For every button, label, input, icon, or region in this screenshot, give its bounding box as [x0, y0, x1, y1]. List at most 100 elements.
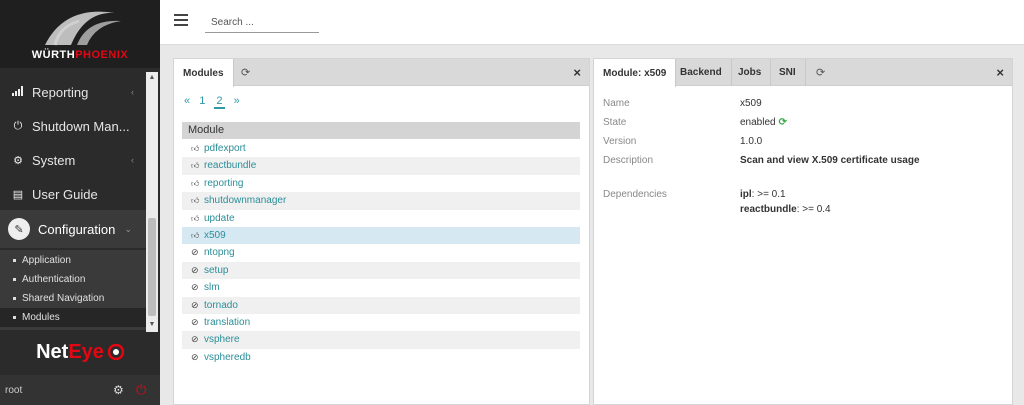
module-name-link[interactable]: setup: [204, 262, 228, 279]
module-name-link[interactable]: x509: [204, 227, 226, 244]
neteye-text-eye: Eye: [68, 340, 104, 363]
detail-label: State: [603, 117, 627, 128]
disabled-circle-icon: ⊘: [191, 264, 199, 275]
logout-power-icon[interactable]: ⏻: [136, 382, 146, 398]
module-row[interactable]: 👍︎ reactbundle: [182, 157, 580, 175]
thumbs-up-icon: 👍︎: [191, 213, 200, 223]
module-row[interactable]: 👍︎ pdfexport: [182, 140, 580, 157]
modules-panel: Modules ⟳ × « 1 2 » Module 👍︎ pdfexport 👍︎…: [173, 58, 590, 405]
neteye-swirl-icon: [107, 344, 124, 360]
sidebar: WÜRTHPHOENIX ▲ ▼ Reporting ‹ ⏻ Shutdown …: [0, 0, 160, 405]
refresh-icon[interactable]: ⟳: [232, 59, 259, 86]
thumbs-up-icon: 👍︎: [191, 196, 200, 206]
top-bar: [160, 0, 1024, 45]
module-name-link[interactable]: tornado: [204, 297, 238, 314]
module-name-link[interactable]: pdfexport: [204, 140, 246, 157]
sidebar-item-system[interactable]: ⚙ System ‹: [0, 143, 146, 177]
gear-icon: ⚙: [13, 154, 23, 167]
module-name-link[interactable]: vsphere: [204, 331, 240, 348]
pager-page-1[interactable]: 1: [199, 95, 205, 107]
pager-prev[interactable]: «: [184, 95, 190, 107]
logo-text-phoenix: PHOENIX: [75, 49, 129, 61]
disabled-circle-icon: ⊘: [191, 282, 199, 293]
module-name-link[interactable]: shutdownmanager: [204, 192, 286, 209]
subnav-item-modules[interactable]: Modules: [0, 308, 146, 327]
chevron-down-icon: ⌄: [124, 223, 132, 234]
sidebar-item-reporting[interactable]: Reporting ‹: [0, 75, 146, 109]
subnav-item-application[interactable]: Application: [0, 251, 146, 270]
module-row[interactable]: ⊘ vsphere: [182, 331, 580, 349]
module-row[interactable]: ⊘ translation: [182, 314, 580, 331]
thumbs-up-icon: 👍︎: [191, 161, 200, 171]
tab-module-x509[interactable]: Module: x509: [594, 59, 677, 87]
disabled-circle-icon: ⊘: [191, 299, 199, 310]
tab-backend[interactable]: Backend: [671, 59, 732, 86]
refresh-icon[interactable]: ⟳: [807, 59, 834, 86]
module-column-header[interactable]: Module: [182, 122, 580, 139]
book-icon: ▤: [12, 188, 24, 201]
module-row[interactable]: ⊘ tornado: [182, 296, 580, 314]
subnav-item-shared-navigation[interactable]: Shared Navigation: [0, 289, 146, 308]
close-icon[interactable]: ×: [573, 65, 581, 80]
username[interactable]: root: [5, 385, 22, 396]
logo-text-wurth: WÜRTH: [31, 49, 76, 61]
tab-jobs[interactable]: Jobs: [729, 59, 772, 86]
neteye-text-net: Net: [36, 340, 69, 363]
module-name-link[interactable]: vspheredb: [204, 349, 251, 366]
dependency-ipl: ipl: >= 0.1: [740, 189, 786, 200]
module-row[interactable]: 👍︎ shutdownmanager: [182, 192, 580, 210]
module-name-link[interactable]: update: [204, 210, 235, 227]
detail-tabbar: Module: x509 Backend Jobs SNI ⟳ ×: [594, 59, 1012, 87]
module-row[interactable]: 👍︎ update: [182, 210, 580, 227]
disabled-circle-icon: ⊘: [191, 316, 199, 327]
module-row[interactable]: ⊘ ntopng: [182, 244, 580, 261]
scroll-down-icon[interactable]: ▼: [148, 321, 156, 329]
thumbs-up-icon: 👍︎: [191, 230, 200, 240]
sidebar-item-configuration[interactable]: ✎ Configuration ⌄: [0, 210, 146, 248]
phoenix-logo-icon: [45, 11, 121, 46]
module-row[interactable]: ⊘ slm: [182, 279, 580, 296]
module-name-link[interactable]: slm: [204, 279, 220, 296]
sidebar-scroll-thumb[interactable]: [148, 218, 156, 316]
sidebar-item-label: User Guide: [32, 186, 98, 202]
disabled-circle-icon: ⊘: [191, 334, 199, 345]
sidebar-item-label: System: [32, 152, 76, 168]
settings-gear-icon[interactable]: ⚙: [113, 383, 124, 397]
detail-value: Scan and view X.509 certificate usage: [740, 155, 920, 166]
scroll-up-icon[interactable]: ▲: [148, 74, 156, 82]
thumbs-up-icon: 👍︎: [191, 178, 200, 188]
toggle-state-icon[interactable]: ⟳: [779, 117, 787, 128]
pager-next[interactable]: »: [234, 95, 240, 107]
wrench-icon: ✎: [8, 218, 30, 240]
close-icon[interactable]: ×: [996, 65, 1004, 80]
module-name-link[interactable]: reporting: [204, 175, 243, 192]
sidebar-item-label: Configuration: [38, 221, 116, 237]
tab-sni[interactable]: SNI: [770, 59, 806, 86]
module-row[interactable]: ⊘ setup: [182, 261, 580, 280]
sidebar-item-shutdown-manager[interactable]: ⏻ Shutdown Man...: [0, 109, 146, 143]
module-name-link[interactable]: ntopng: [204, 244, 235, 261]
subnav-item-authentication[interactable]: Authentication: [0, 270, 146, 289]
module-row[interactable]: ⊘ vspheredb: [182, 349, 580, 366]
module-name-link[interactable]: translation: [204, 314, 250, 331]
module-row[interactable]: 👍︎ x509: [182, 226, 580, 245]
pagination: « 1 2 »: [184, 95, 246, 109]
configuration-subnav: Application Authentication Shared Naviga…: [0, 250, 146, 330]
search-input[interactable]: [205, 13, 319, 33]
detail-value: enabled: [740, 117, 776, 128]
wurth-phoenix-logo[interactable]: WÜRTHPHOENIX: [0, 0, 160, 68]
tab-modules[interactable]: Modules: [174, 59, 234, 87]
power-icon: ⏻: [13, 119, 23, 132]
pager-page-2[interactable]: 2: [214, 95, 225, 109]
detail-label: Description: [603, 155, 654, 166]
module-name-link[interactable]: reactbundle: [204, 157, 256, 174]
module-row[interactable]: 👍︎ reporting: [182, 175, 580, 192]
detail-label: Dependencies: [603, 189, 667, 200]
sidebar-item-label: Reporting: [32, 84, 89, 100]
modules-tabbar: Modules ⟳ ×: [174, 59, 589, 87]
detail-value: x509: [740, 98, 762, 109]
sidebar-item-user-guide[interactable]: ▤ User Guide: [0, 177, 146, 211]
bar-chart-icon: [10, 85, 26, 99]
chevron-left-icon: ‹: [131, 87, 134, 97]
hamburger-menu-icon[interactable]: [174, 14, 188, 26]
